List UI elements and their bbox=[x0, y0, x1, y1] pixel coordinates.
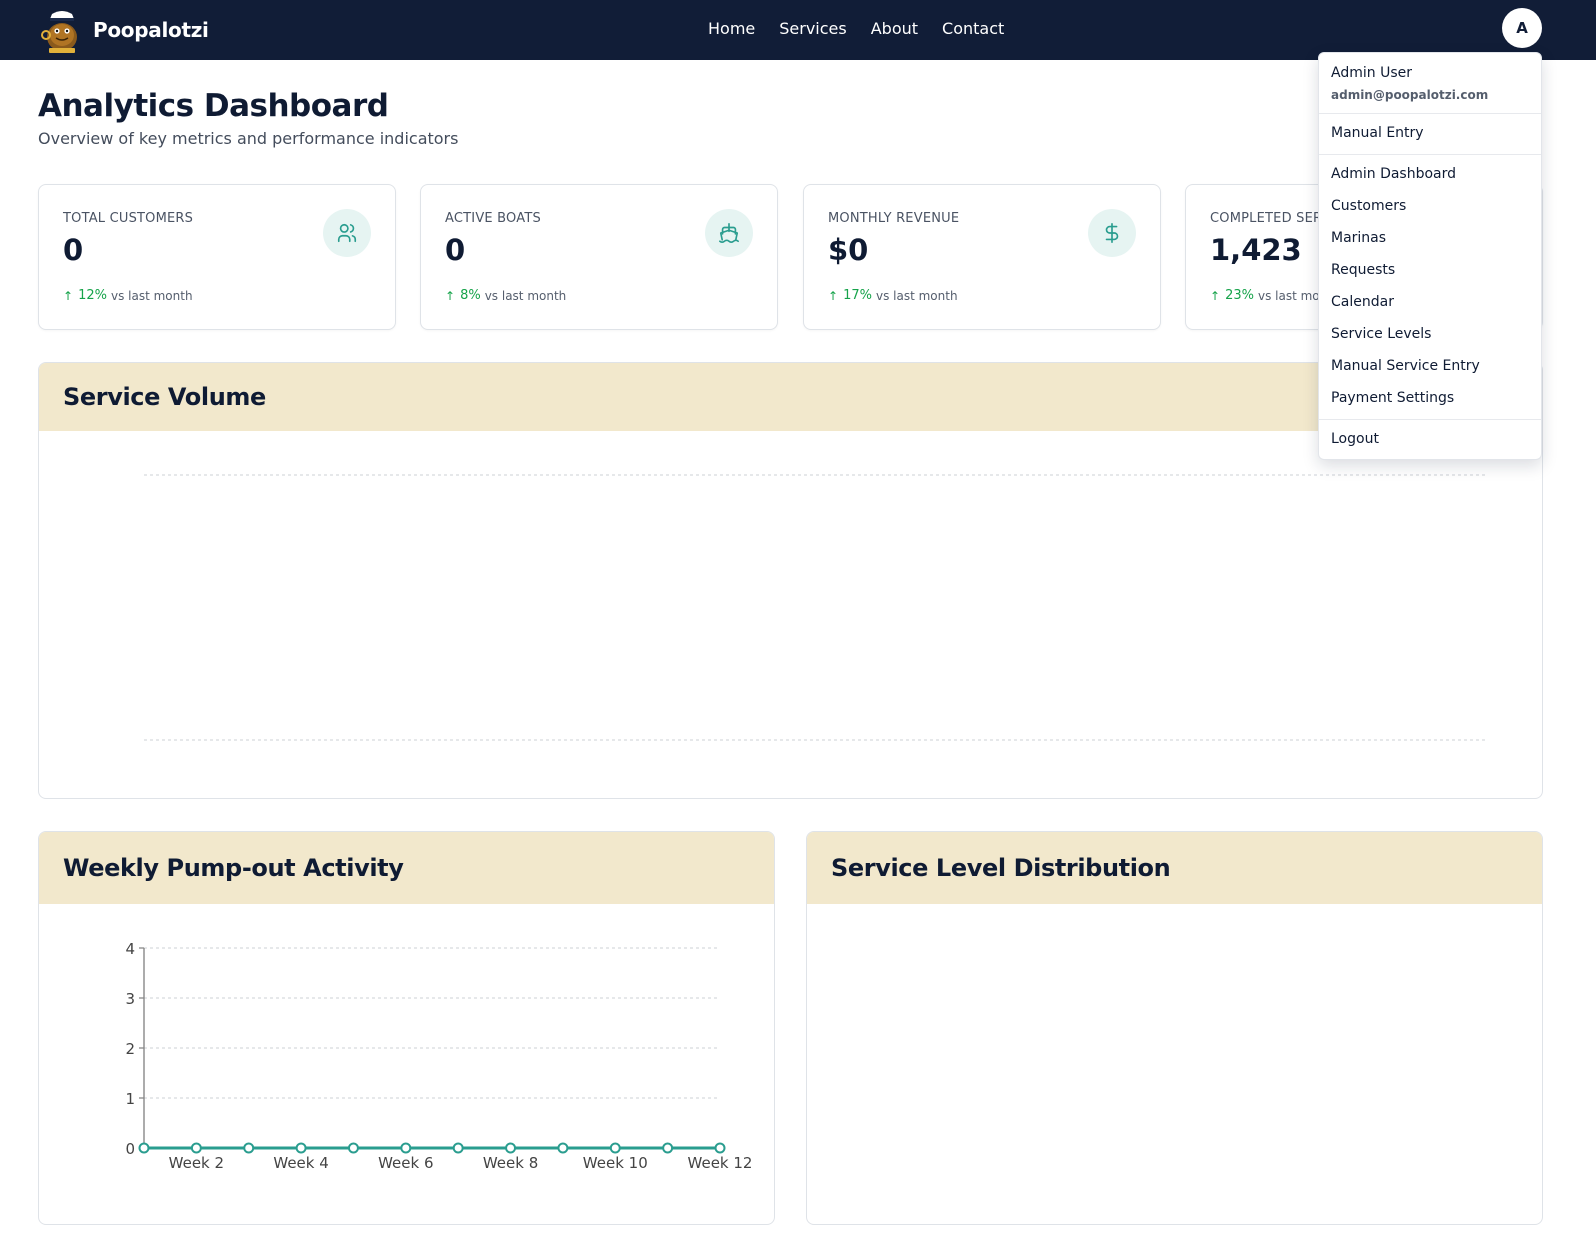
top-navbar: Poopalotzi Home Services About Contact A bbox=[0, 0, 1596, 60]
panel-header: Weekly Pump-out Activity bbox=[39, 832, 774, 904]
data-point bbox=[505, 1142, 517, 1154]
stat-label: ACTIVE BOATS bbox=[445, 211, 541, 226]
trend-text: vs last mor bbox=[1257, 288, 1325, 303]
stat-trend: ↑ 23% vs last mor bbox=[1210, 288, 1325, 303]
stat-card-total-customers: TOTAL CUSTOMERS 0 ↑ 12% vs last month bbox=[38, 184, 396, 330]
nav-link-services[interactable]: Services bbox=[779, 19, 846, 38]
x-tick-label: Week 12 bbox=[688, 1154, 753, 1172]
menu-item-logout[interactable]: Logout bbox=[1331, 431, 1379, 447]
data-point bbox=[347, 1142, 359, 1154]
panel-header: Service Volume bbox=[39, 363, 1542, 431]
divider bbox=[1319, 113, 1541, 114]
user-avatar-button[interactable]: A bbox=[1502, 8, 1542, 48]
x-tick-label: Week 2 bbox=[169, 1154, 224, 1172]
x-tick-label: Week 6 bbox=[378, 1154, 433, 1172]
menu-item-service-levels[interactable]: Service Levels bbox=[1331, 326, 1431, 342]
arrow-up-icon: ↑ bbox=[445, 288, 456, 303]
stat-trend: ↑ 12% vs last month bbox=[63, 288, 193, 303]
trend-percent: 12% bbox=[78, 288, 107, 303]
main-nav: Home Services About Contact bbox=[708, 0, 1004, 56]
y-tick-label: 1 bbox=[125, 1090, 135, 1108]
data-point bbox=[138, 1142, 150, 1154]
stat-value: 1,423 bbox=[1210, 233, 1302, 267]
stat-trend: ↑ 8% vs last month bbox=[445, 288, 566, 303]
stat-label: TOTAL CUSTOMERS bbox=[63, 211, 194, 226]
weekly-pumpout-panel: Weekly Pump-out Activity 0 1 2 3 4 Week 2 Week… bbox=[38, 831, 775, 1225]
trend-percent: 17% bbox=[843, 288, 872, 303]
page-title: Analytics Dashboard bbox=[38, 88, 389, 124]
stat-trend: ↑ 17% vs last month bbox=[828, 288, 958, 303]
trend-percent: 23% bbox=[1225, 288, 1254, 303]
dollar-icon bbox=[1088, 209, 1136, 257]
x-tick-label: Week 10 bbox=[583, 1154, 648, 1172]
data-point bbox=[662, 1142, 674, 1154]
menu-item-requests[interactable]: Requests bbox=[1331, 262, 1395, 278]
stat-label: MONTHLY REVENUE bbox=[828, 211, 960, 226]
trend-text: vs last month bbox=[875, 288, 958, 303]
panel-header: Service Level Distribution bbox=[807, 832, 1542, 904]
panel-title: Service Volume bbox=[63, 383, 266, 411]
trend-text: vs last month bbox=[484, 288, 567, 303]
trend-text: vs last month bbox=[110, 288, 193, 303]
y-tick-label: 4 bbox=[125, 940, 135, 958]
users-icon bbox=[323, 209, 371, 257]
arrow-up-icon: ↑ bbox=[1210, 288, 1221, 303]
nav-link-about[interactable]: About bbox=[871, 19, 918, 38]
menu-item-calendar[interactable]: Calendar bbox=[1331, 294, 1394, 310]
service-level-distribution-panel: Service Level Distribution bbox=[806, 831, 1543, 1225]
user-email: admin@poopalotzi.com bbox=[1331, 88, 1489, 102]
user-name: Admin User bbox=[1331, 65, 1412, 81]
mascot-logo-icon bbox=[41, 11, 77, 53]
weekly-pumpout-chart: 0 1 2 3 4 Week 2 Week 4 Week 6 Week 8 Week 10 Week… bbox=[125, 940, 753, 1172]
y-tick-label: 3 bbox=[125, 990, 135, 1008]
data-point bbox=[557, 1142, 569, 1154]
stat-value: 0 bbox=[63, 233, 84, 267]
menu-item-admin-dashboard[interactable]: Admin Dashboard bbox=[1331, 166, 1456, 182]
menu-item-manual-service-entry[interactable]: Manual Service Entry bbox=[1331, 358, 1480, 374]
nav-link-home[interactable]: Home bbox=[708, 19, 755, 38]
stat-label: COMPLETED SER bbox=[1210, 211, 1323, 226]
data-point bbox=[243, 1142, 255, 1154]
y-tick-label: 0 bbox=[125, 1140, 135, 1158]
brand[interactable]: Poopalotzi bbox=[40, 4, 209, 56]
arrow-up-icon: ↑ bbox=[63, 288, 74, 303]
data-point bbox=[714, 1142, 726, 1154]
x-tick-label: Week 4 bbox=[273, 1154, 328, 1172]
stat-value: 0 bbox=[445, 233, 466, 267]
y-tick-label: 2 bbox=[125, 1040, 135, 1058]
data-point bbox=[452, 1142, 464, 1154]
service-volume-chart-area bbox=[144, 474, 1486, 741]
trend-percent: 8% bbox=[460, 288, 481, 303]
panel-title: Service Level Distribution bbox=[831, 854, 1171, 882]
menu-item-payment-settings[interactable]: Payment Settings bbox=[1331, 390, 1454, 406]
data-point bbox=[190, 1142, 202, 1154]
divider bbox=[1319, 419, 1541, 420]
stat-card-active-boats: ACTIVE BOATS 0 ↑ 8% vs last month bbox=[420, 184, 778, 330]
stat-value: $0 bbox=[828, 233, 869, 267]
menu-item-marinas[interactable]: Marinas bbox=[1331, 230, 1386, 246]
menu-item-manual-entry[interactable]: Manual Entry bbox=[1331, 125, 1424, 141]
stat-card-monthly-revenue: MONTHLY REVENUE $0 ↑ 17% vs last month bbox=[803, 184, 1161, 330]
boat-icon bbox=[705, 209, 753, 257]
user-menu-dropdown: Admin User admin@poopalotzi.com Manual E… bbox=[1318, 52, 1542, 460]
data-point bbox=[609, 1142, 621, 1154]
x-tick-label: Week 8 bbox=[483, 1154, 538, 1172]
nav-link-contact[interactable]: Contact bbox=[942, 19, 1004, 38]
page-subtitle: Overview of key metrics and performance … bbox=[38, 129, 459, 148]
menu-item-customers[interactable]: Customers bbox=[1331, 198, 1406, 214]
data-point bbox=[400, 1142, 412, 1154]
brand-name: Poopalotzi bbox=[93, 18, 209, 42]
panel-title: Weekly Pump-out Activity bbox=[63, 854, 404, 882]
arrow-up-icon: ↑ bbox=[828, 288, 839, 303]
data-point bbox=[295, 1142, 307, 1154]
divider bbox=[1319, 154, 1541, 155]
